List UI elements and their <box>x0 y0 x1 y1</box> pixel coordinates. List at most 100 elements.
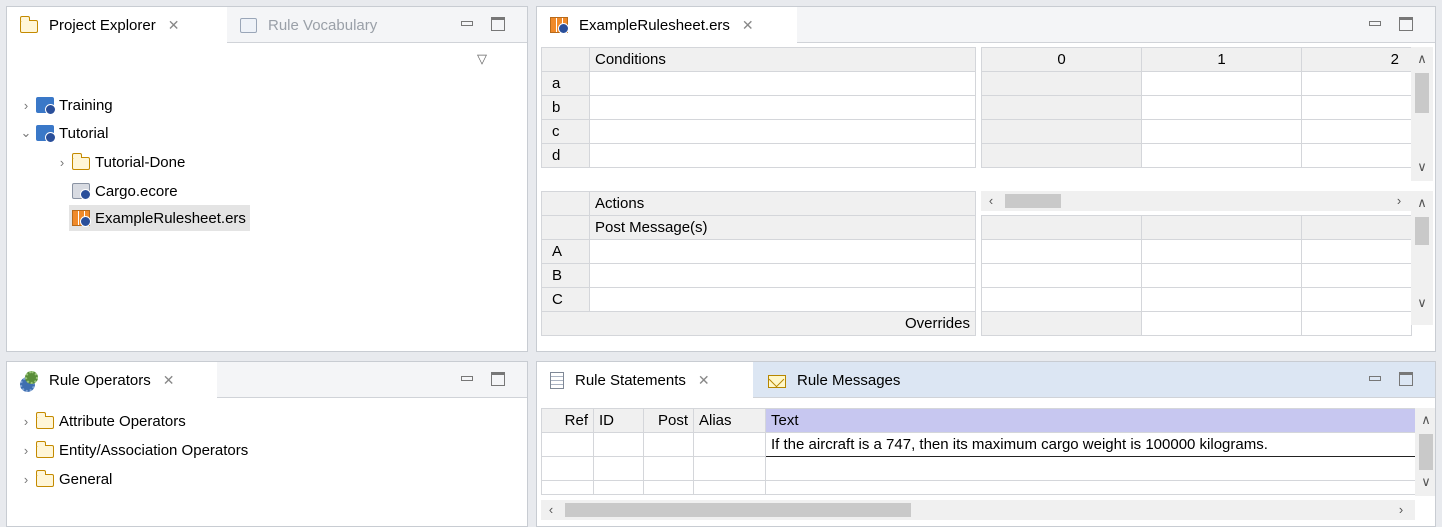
scroll-left-icon[interactable]: ‹ <box>543 502 559 517</box>
statement-cell[interactable] <box>643 456 694 481</box>
maximize-icon[interactable] <box>491 372 505 386</box>
rule-cell[interactable] <box>1301 71 1412 96</box>
minimize-icon[interactable] <box>459 372 475 388</box>
maximize-icon[interactable] <box>1399 372 1413 386</box>
rule-cell[interactable] <box>1141 263 1302 288</box>
rule-cell[interactable] <box>1301 143 1412 168</box>
rule-cell[interactable] <box>981 143 1142 168</box>
tree-item-general[interactable]: › General <box>19 466 112 492</box>
statement-cell[interactable] <box>541 456 594 481</box>
tab-project-explorer[interactable]: Project Explorer ✕ <box>7 7 227 43</box>
tree-item-training[interactable]: › Training <box>19 92 113 118</box>
chevron-right-icon[interactable]: › <box>19 414 33 429</box>
scroll-right-icon[interactable]: › <box>1391 193 1407 208</box>
rule-cell[interactable] <box>981 215 1142 240</box>
rule-cell[interactable] <box>1141 239 1302 264</box>
scroll-right-icon[interactable]: › <box>1393 502 1409 517</box>
rule-cell[interactable] <box>981 287 1142 312</box>
scrollbar-thumb[interactable] <box>1419 434 1433 470</box>
rule-cell[interactable] <box>1301 287 1412 312</box>
tree-item-cargo-ecore[interactable]: Cargo.ecore <box>69 178 178 204</box>
condition-cell[interactable] <box>589 95 976 120</box>
scroll-left-icon[interactable]: ‹ <box>983 193 999 208</box>
scrollbar-thumb[interactable] <box>1005 194 1061 208</box>
scroll-up-icon[interactable]: ∧ <box>1418 412 1434 428</box>
rule-cell[interactable] <box>1141 71 1302 96</box>
close-icon[interactable]: ✕ <box>163 372 175 389</box>
tab-rule-statements[interactable]: Rule Statements ✕ <box>537 362 753 398</box>
statement-cell[interactable] <box>643 480 694 495</box>
minimize-icon[interactable] <box>1367 17 1383 33</box>
rule-cell[interactable] <box>1141 287 1302 312</box>
tree-item-entity-association-operators[interactable]: › Entity/Association Operators <box>19 437 248 463</box>
rule-cell[interactable] <box>981 239 1142 264</box>
action-cell[interactable] <box>589 239 976 264</box>
action-cell[interactable] <box>589 263 976 288</box>
scroll-down-icon[interactable]: ∨ <box>1414 295 1430 311</box>
tab-rule-vocabulary[interactable]: Rule Vocabulary <box>227 7 407 43</box>
rule-cell[interactable] <box>1141 95 1302 120</box>
tree-item-attribute-operators[interactable]: › Attribute Operators <box>19 408 186 434</box>
override-cell[interactable] <box>1141 311 1302 336</box>
statement-cell[interactable] <box>643 432 694 457</box>
condition-cell[interactable] <box>589 143 976 168</box>
statements-vertical-scrollbar[interactable]: ∧ ∨ <box>1415 408 1435 496</box>
scrollbar-thumb[interactable] <box>1415 217 1429 245</box>
tree-item-tutorial-done[interactable]: › Tutorial-Done <box>55 149 185 175</box>
column-header-ref[interactable]: Ref <box>541 408 594 433</box>
maximize-icon[interactable] <box>491 17 505 31</box>
statement-cell[interactable] <box>541 480 594 495</box>
rule-cell[interactable] <box>1301 119 1412 144</box>
actions-vertical-scrollbar[interactable]: ∧ ∨ <box>1411 191 1433 325</box>
action-cell[interactable] <box>589 287 976 312</box>
override-cell[interactable] <box>1301 311 1412 336</box>
condition-cell[interactable] <box>589 119 976 144</box>
override-cell[interactable] <box>981 311 1142 336</box>
statement-cell[interactable] <box>593 432 644 457</box>
statement-cell[interactable] <box>693 480 766 495</box>
rule-cell[interactable] <box>1301 215 1412 240</box>
column-header-0[interactable]: 0 <box>981 47 1142 72</box>
rule-cell[interactable] <box>1301 95 1412 120</box>
rule-cell[interactable] <box>1141 119 1302 144</box>
scrollbar-thumb[interactable] <box>1415 73 1429 113</box>
rule-cell[interactable] <box>981 71 1142 96</box>
chevron-down-icon[interactable]: ⌄ <box>19 125 33 141</box>
column-header-id[interactable]: ID <box>593 408 644 433</box>
chevron-right-icon[interactable]: › <box>19 472 33 487</box>
column-header-1[interactable]: 1 <box>1141 47 1302 72</box>
tab-examplerulesheet[interactable]: ExampleRulesheet.ers ✕ <box>537 7 797 43</box>
chevron-right-icon[interactable]: › <box>19 98 33 113</box>
statement-text-cell[interactable] <box>765 480 1416 495</box>
chevron-right-icon[interactable]: › <box>55 155 69 170</box>
rule-cell[interactable] <box>1141 143 1302 168</box>
rule-cell[interactable] <box>1141 215 1302 240</box>
statement-cell[interactable] <box>593 456 644 481</box>
column-header-post[interactable]: Post <box>643 408 694 433</box>
conditions-vertical-scrollbar[interactable]: ∧ ∨ <box>1411 47 1433 181</box>
scrollbar-thumb[interactable] <box>565 503 911 517</box>
scroll-up-icon[interactable]: ∧ <box>1414 195 1430 211</box>
column-header-text[interactable]: Text <box>765 408 1416 433</box>
condition-cell[interactable] <box>589 71 976 96</box>
column-header-2[interactable]: 2 <box>1301 47 1412 72</box>
rule-cell[interactable] <box>981 263 1142 288</box>
statement-cell[interactable] <box>693 456 766 481</box>
scroll-down-icon[interactable]: ∨ <box>1414 159 1430 175</box>
scroll-up-icon[interactable]: ∧ <box>1414 51 1430 67</box>
tab-rule-messages[interactable]: Rule Messages <box>755 362 925 398</box>
statement-text-cell[interactable]: If the aircraft is a 747, then its maxim… <box>765 432 1416 457</box>
rules-horizontal-scrollbar[interactable]: ‹ › <box>981 191 1411 211</box>
statements-horizontal-scrollbar[interactable]: ‹ › <box>541 500 1415 520</box>
close-icon[interactable]: ✕ <box>168 17 180 34</box>
minimize-icon[interactable] <box>1367 372 1383 388</box>
view-menu-icon[interactable]: ▽ <box>477 51 487 67</box>
column-header-alias[interactable]: Alias <box>693 408 766 433</box>
close-icon[interactable]: ✕ <box>698 372 710 389</box>
statement-cell[interactable] <box>541 432 594 457</box>
minimize-icon[interactable] <box>459 17 475 33</box>
statement-cell[interactable] <box>593 480 644 495</box>
tree-item-tutorial[interactable]: ⌄ Tutorial <box>19 120 108 146</box>
statement-text-cell[interactable] <box>765 456 1416 481</box>
maximize-icon[interactable] <box>1399 17 1413 31</box>
